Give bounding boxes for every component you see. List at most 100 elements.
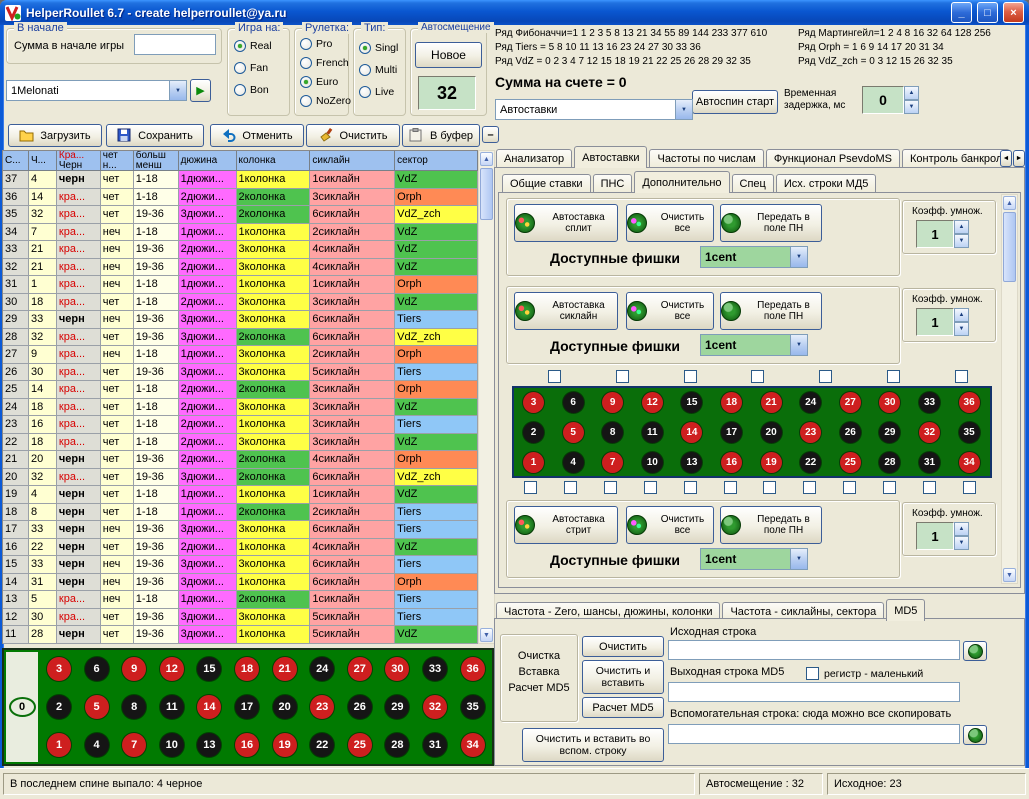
bet-checkbox[interactable]: [923, 481, 936, 494]
board-number-18[interactable]: 18: [235, 657, 259, 681]
board-number-3[interactable]: 3: [523, 392, 544, 413]
close-button[interactable]: ×: [1003, 2, 1024, 23]
spin-row[interactable]: 3614кра...чет1-182дюжи...2колонка3сиклай…: [3, 189, 478, 207]
radio-euro[interactable]: Euro: [300, 76, 338, 88]
panel-scrollbar[interactable]: ▲ ▼: [1001, 194, 1018, 584]
bet-checkbox[interactable]: [724, 481, 737, 494]
md5-aux-go-button[interactable]: [963, 725, 987, 745]
board-number-16[interactable]: 16: [235, 733, 259, 757]
spin-row[interactable]: 2933черннеч19-363дюжи...3колонка6сиклайн…: [3, 311, 478, 329]
bet-checkbox[interactable]: [684, 481, 697, 494]
spin-down-icon[interactable]: ▼: [954, 322, 969, 336]
md5-source-input[interactable]: [668, 640, 960, 660]
board-number-20[interactable]: 20: [273, 695, 297, 719]
register-checkbox[interactable]: [806, 667, 819, 680]
spin-row[interactable]: 1230кра...чет19-363дюжи...3колонка5сикла…: [3, 609, 478, 627]
undo-button[interactable]: Отменить: [210, 124, 304, 147]
spin-up-icon[interactable]: ▲: [954, 308, 969, 322]
board-number-32[interactable]: 32: [423, 695, 447, 719]
board-number-19[interactable]: 19: [273, 733, 297, 757]
bet-checkbox[interactable]: [763, 481, 776, 494]
spin-row[interactable]: 188чернчет1-181дюжи...2колонка2сиклайнTi…: [3, 504, 478, 522]
spin-row[interactable]: 3018кра...чет1-182дюжи...3колонка3сиклай…: [3, 294, 478, 312]
title-bar[interactable]: HelperRoullet 6.7 - create helperroullet…: [0, 0, 1029, 25]
md5-clear-button[interactable]: Очистить: [582, 636, 664, 657]
spin-row[interactable]: 1431черннеч19-363дюжи...1колонка6сиклайн…: [3, 574, 478, 592]
tab-bankroll-control[interactable]: Контроль банкрол: [902, 149, 1010, 168]
minimize-button[interactable]: _: [951, 2, 972, 23]
spin-row[interactable]: 2218кра...чет1-182дюжи...3колонка3сиклай…: [3, 434, 478, 452]
autobet-sixline-button[interactable]: Автоставка сиклайн: [514, 292, 618, 330]
spin-row[interactable]: 1533черннеч19-363дюжи...3колонка6сиклайн…: [3, 556, 478, 574]
md5-aux-paste-button[interactable]: Очистить и вставить во вспом. строку: [522, 728, 664, 762]
scroll-thumb[interactable]: [1003, 212, 1016, 282]
radio-pro[interactable]: Pro: [300, 38, 332, 50]
board-number-35[interactable]: 35: [959, 422, 980, 443]
board-number-27[interactable]: 27: [348, 657, 372, 681]
tab-additional[interactable]: Дополнительно: [634, 171, 729, 193]
spin-row[interactable]: 3321кра...неч19-362дюжи...3колонка4сикла…: [3, 241, 478, 259]
tab-scroll-left-icon[interactable]: ◄: [1000, 150, 1012, 167]
board-number-21[interactable]: 21: [761, 392, 782, 413]
bet-checkbox[interactable]: [548, 370, 561, 383]
tab-spec[interactable]: Спец: [732, 174, 774, 193]
dropdown-arrow-icon[interactable]: ▼: [790, 335, 807, 355]
board-number-21[interactable]: 21: [273, 657, 297, 681]
bet-checkbox[interactable]: [751, 370, 764, 383]
board-number-34[interactable]: 34: [461, 733, 485, 757]
spin-row[interactable]: 347кра...неч1-181дюжи...1колонка2сиклайн…: [3, 224, 478, 242]
md5-output-input[interactable]: [668, 682, 960, 702]
spin-row[interactable]: 1733черннеч19-363дюжи...3колонка6сиклайн…: [3, 521, 478, 539]
radio-multi[interactable]: Multi: [359, 64, 397, 76]
spin-row[interactable]: 3221кра...неч19-362дюжи...3колонка4сикла…: [3, 259, 478, 277]
clear-button[interactable]: Очистить: [306, 124, 400, 147]
board-number-2[interactable]: 2: [47, 695, 71, 719]
spin-down-icon[interactable]: ▼: [954, 234, 969, 248]
board-number-6[interactable]: 6: [563, 392, 584, 413]
spin-row[interactable]: 2418кра...чет1-182дюжи...3колонка3сиклай…: [3, 399, 478, 417]
board-number-20[interactable]: 20: [761, 422, 782, 443]
board-number-8[interactable]: 8: [122, 695, 146, 719]
board-number-25[interactable]: 25: [840, 452, 861, 473]
tab-md5[interactable]: MD5: [886, 599, 925, 621]
board-number-23[interactable]: 23: [310, 695, 334, 719]
board-number-35[interactable]: 35: [461, 695, 485, 719]
transfer-pn-button[interactable]: Передать в поле ПН: [720, 292, 822, 330]
board-number-14[interactable]: 14: [197, 695, 221, 719]
radio-bon[interactable]: Bon: [234, 84, 269, 96]
board-number-12[interactable]: 12: [642, 392, 663, 413]
clear-all-button[interactable]: Очистить все: [626, 292, 714, 330]
board-number-10[interactable]: 10: [642, 452, 663, 473]
coef-spinner[interactable]: 1 ▲ ▼: [916, 220, 969, 248]
board-number-33[interactable]: 33: [919, 392, 940, 413]
board-number-4[interactable]: 4: [85, 733, 109, 757]
bet-checkbox[interactable]: [887, 370, 900, 383]
spin-up-icon[interactable]: ▲: [904, 86, 919, 100]
board-number-36[interactable]: 36: [959, 392, 980, 413]
board-number-5[interactable]: 5: [85, 695, 109, 719]
board-number-16[interactable]: 16: [721, 452, 742, 473]
board-number-8[interactable]: 8: [602, 422, 623, 443]
scroll-down-icon[interactable]: ▼: [1003, 568, 1016, 582]
board-number-23[interactable]: 23: [800, 422, 821, 443]
board-number-12[interactable]: 12: [160, 657, 184, 681]
board-number-11[interactable]: 11: [642, 422, 663, 443]
board-number-10[interactable]: 10: [160, 733, 184, 757]
board-number-22[interactable]: 22: [310, 733, 334, 757]
board-number-25[interactable]: 25: [348, 733, 372, 757]
spin-row[interactable]: 194чернчет1-181дюжи...1колонка1сиклайнVd…: [3, 486, 478, 504]
board-number-31[interactable]: 31: [919, 452, 940, 473]
board-number-9[interactable]: 9: [602, 392, 623, 413]
chips-dropdown[interactable]: 1cent ▼: [700, 548, 808, 570]
board-number-17[interactable]: 17: [721, 422, 742, 443]
board-number-9[interactable]: 9: [122, 657, 146, 681]
spin-row[interactable]: 279кра...неч1-181дюжи...3колонка2сиклайн…: [3, 346, 478, 364]
tab-autobets[interactable]: Автоставки: [574, 146, 647, 168]
board-number-4[interactable]: 4: [563, 452, 584, 473]
load-button[interactable]: Загрузить: [8, 124, 102, 147]
autobet-street-button[interactable]: Автоставка стрит: [514, 506, 618, 544]
coef-spinner[interactable]: 1 ▲ ▼: [916, 522, 969, 550]
tab-analyzer[interactable]: Анализатор: [496, 149, 572, 168]
bet-checkbox[interactable]: [604, 481, 617, 494]
bet-checkbox[interactable]: [803, 481, 816, 494]
